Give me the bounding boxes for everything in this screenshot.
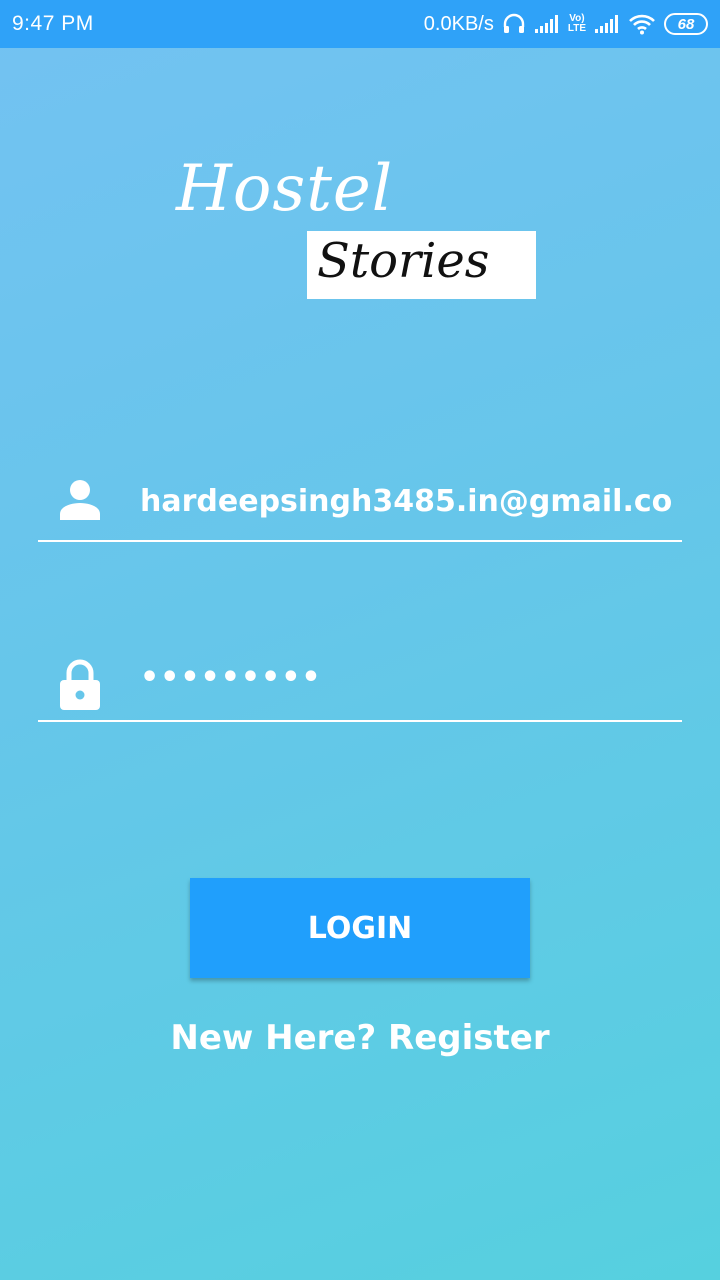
register-link[interactable]: New Here? Register <box>0 1018 720 1058</box>
signal-icon <box>594 14 620 34</box>
email-input[interactable]: hardeepsingh3485.in@gmail.co <box>140 484 680 519</box>
logo-stories-text: Stories <box>317 233 490 289</box>
status-time: 9:47 PM <box>12 12 94 35</box>
logo-stories-box: Stories <box>307 231 536 299</box>
signal-icon <box>534 14 560 34</box>
battery-level: 68 <box>677 15 695 33</box>
app-logo: Hostel Stories <box>172 152 542 302</box>
login-button[interactable]: LOGIN <box>190 878 530 978</box>
password-input[interactable]: ••••••••• <box>140 660 680 695</box>
headset-icon <box>502 13 526 35</box>
password-field[interactable]: ••••••••• <box>38 630 682 722</box>
network-speed: 0.0KB/s <box>423 12 494 35</box>
volte-icon: Vo) LTE <box>568 14 586 34</box>
battery-icon: 68 <box>664 13 708 35</box>
wifi-icon <box>628 13 656 35</box>
lock-icon <box>58 658 102 710</box>
volte-bottom: LTE <box>567 23 586 34</box>
status-icons: 0.0KB/s Vo) LTE 68 <box>424 13 708 36</box>
logo-hostel-text: Hostel <box>176 152 394 226</box>
user-icon <box>58 478 102 528</box>
status-bar: 9:47 PM 0.0KB/s Vo) LTE 68 <box>0 0 720 48</box>
email-field[interactable]: hardeepsingh3485.in@gmail.co <box>38 450 682 542</box>
